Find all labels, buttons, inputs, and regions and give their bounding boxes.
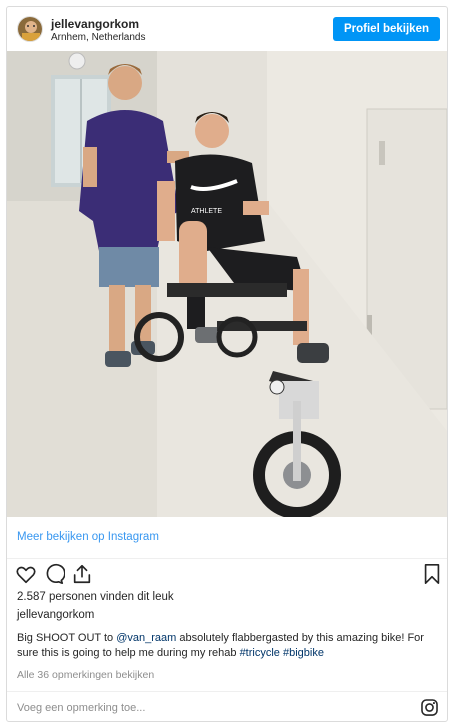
view-more-section: Meer bekijken op Instagram (7, 517, 447, 559)
caption-text-start: Big SHOOT OUT to (17, 632, 117, 644)
caption-username[interactable]: jellevangorkom (17, 609, 94, 621)
hashtag-bigbike[interactable]: #bigbike (283, 647, 324, 659)
instagram-embed-card: jellevangorkom Arnhem, Netherlands Profi… (6, 6, 448, 722)
shirt-text: ATHLETE (191, 208, 222, 215)
view-more-link[interactable]: Meer bekijken op Instagram (17, 531, 159, 543)
comment-icon[interactable] (43, 563, 66, 585)
view-profile-button[interactable]: Profiel bekijken (332, 17, 440, 41)
post-username[interactable]: jellevangorkom (51, 17, 139, 31)
view-all-comments-link[interactable]: Alle 36 opmerkingen bekijken (17, 669, 154, 681)
avatar[interactable] (17, 16, 43, 42)
heart-icon[interactable] (15, 563, 37, 585)
post-photo[interactable]: ATHLETE (7, 51, 447, 517)
likes-count[interactable]: 2.587 personen vinden dit leuk (17, 591, 174, 603)
instagram-icon[interactable] (420, 698, 439, 717)
bookmark-icon[interactable] (421, 563, 443, 585)
share-icon[interactable] (71, 563, 93, 585)
post-header: jellevangorkom Arnhem, Netherlands Profi… (7, 7, 447, 51)
hashtag-tricycle[interactable]: #tricycle (240, 647, 280, 659)
comment-input[interactable] (17, 700, 397, 716)
action-bar (7, 559, 447, 589)
mention-link[interactable]: @van_raam (116, 632, 176, 644)
post-location[interactable]: Arnhem, Netherlands (51, 32, 146, 43)
comment-bar (7, 691, 447, 722)
post-caption: Big SHOOT OUT to @van_raam absolutely fl… (17, 631, 435, 661)
